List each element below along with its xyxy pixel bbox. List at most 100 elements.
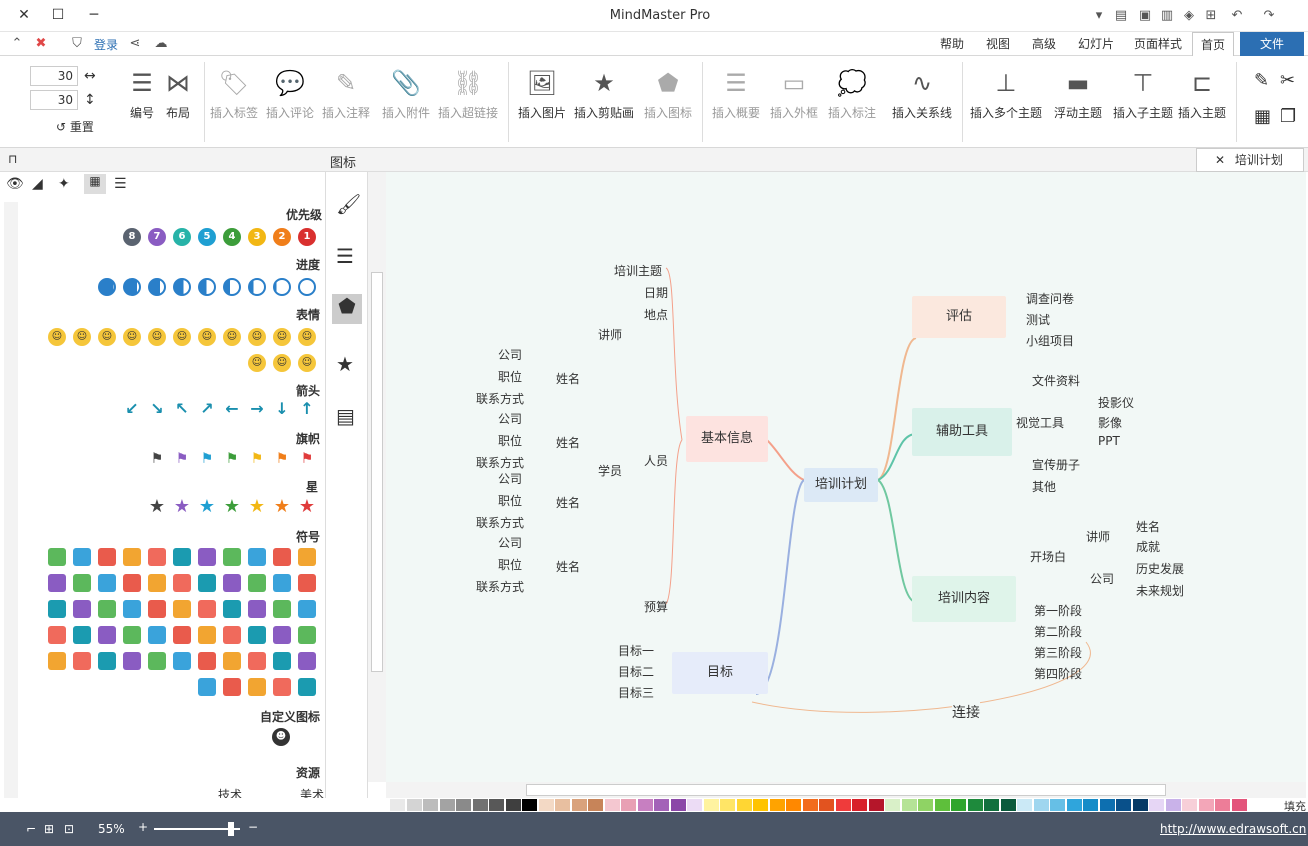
redo-icon[interactable]: ↷: [1260, 7, 1278, 25]
scroll-thumb[interactable]: [371, 272, 383, 672]
color-swatch[interactable]: [1165, 799, 1181, 811]
color-swatch[interactable]: [423, 799, 438, 811]
node-content-lecturer[interactable]: 讲师: [1086, 528, 1110, 545]
progress-icon[interactable]: [98, 278, 116, 296]
color-swatch[interactable]: [951, 799, 966, 811]
node-eval-2[interactable]: 测试: [1026, 311, 1050, 328]
symbol-icon[interactable]: [123, 574, 141, 592]
progress-icon[interactable]: [223, 278, 241, 296]
insert-boundary-button[interactable]: ▭ 插入外框: [764, 64, 824, 144]
symbol-icon[interactable]: [123, 652, 141, 670]
color-swatch[interactable]: [967, 799, 983, 811]
arrow-icon[interactable]: ↘: [148, 400, 166, 418]
node-video[interactable]: 影像: [1098, 414, 1122, 431]
node-company[interactable]: 公司: [498, 410, 522, 427]
symbol-icon[interactable]: [298, 626, 316, 644]
symbol-icon[interactable]: [123, 626, 141, 644]
insert-note-button[interactable]: ✎ 插入注释: [316, 64, 376, 144]
symbol-icon[interactable]: [148, 548, 166, 566]
zoom-handle[interactable]: [228, 822, 234, 836]
color-swatch[interactable]: [1099, 799, 1115, 811]
color-swatch[interactable]: [819, 799, 834, 811]
symbol-icon[interactable]: [248, 574, 266, 592]
minimize-button[interactable]: ─: [82, 4, 106, 26]
arrow-icon[interactable]: ↗: [198, 400, 216, 418]
node-visual-tools[interactable]: 视觉工具: [1016, 414, 1064, 431]
symbol-icon[interactable]: [148, 626, 166, 644]
topic-evaluation[interactable]: 评估: [912, 296, 1006, 338]
color-swatch[interactable]: [918, 799, 933, 811]
node-stage-2[interactable]: 第二阶段: [1034, 623, 1082, 640]
symbol-icon[interactable]: [198, 548, 216, 566]
node-content-name[interactable]: 姓名: [1136, 518, 1160, 535]
priority-7-icon[interactable]: 7: [148, 228, 166, 246]
color-swatch[interactable]: [406, 799, 422, 811]
symbol-icon[interactable]: [123, 600, 141, 618]
symbol-icon[interactable]: [48, 652, 66, 670]
symbol-icon[interactable]: [173, 548, 191, 566]
flag-icon[interactable]: ⚑: [273, 450, 291, 468]
dropdown-icon[interactable]: ▾: [1090, 7, 1108, 25]
symbol-icon[interactable]: [248, 626, 266, 644]
symbol-icon[interactable]: [73, 574, 91, 592]
emotion-icon[interactable]: ☺: [73, 328, 91, 346]
save-icon[interactable]: ▣: [1136, 7, 1154, 25]
emotion-icon[interactable]: ☺: [98, 328, 116, 346]
flag-icon[interactable]: ⚑: [148, 450, 166, 468]
color-swatch[interactable]: [621, 799, 636, 811]
symbol-icon[interactable]: [148, 652, 166, 670]
flag-icon[interactable]: ⚑: [248, 450, 266, 468]
insert-icon-button[interactable]: ⬟ 插入图标: [638, 64, 698, 144]
symbol-icon[interactable]: [273, 548, 291, 566]
calendar-icon[interactable]: ▤: [336, 404, 355, 428]
color-swatch[interactable]: [637, 799, 653, 811]
presentation-icon[interactable]: ⌐: [26, 822, 36, 836]
insert-summary-button[interactable]: ☰ 插入概要: [706, 64, 766, 144]
symbol-icon[interactable]: [48, 574, 66, 592]
symbol-icon[interactable]: [223, 548, 241, 566]
star-icon[interactable]: ★: [173, 498, 191, 516]
insert-callout-button[interactable]: 💭 插入标注: [822, 64, 882, 144]
color-swatch[interactable]: [604, 799, 620, 811]
insert-topic-button[interactable]: ⊏ 插入主题: [1172, 64, 1232, 144]
color-swatch[interactable]: [703, 799, 719, 811]
insert-clipart-button[interactable]: ★ 插入剪贴画: [574, 64, 634, 144]
star-icon[interactable]: ★: [298, 498, 316, 516]
cloud-icon[interactable]: ☁: [152, 35, 170, 53]
list-icon[interactable]: ☰: [114, 176, 127, 192]
node-content-company[interactable]: 公司: [1090, 570, 1114, 587]
progress-icon[interactable]: [273, 278, 291, 296]
flag-icon[interactable]: ⚑: [298, 450, 316, 468]
emotion-icon[interactable]: ☺: [173, 328, 191, 346]
icon-tab-icon[interactable]: ⬟: [332, 294, 362, 324]
clipart-tab-icon[interactable]: ★: [336, 352, 354, 376]
symbol-icon[interactable]: [73, 600, 91, 618]
color-swatch[interactable]: [505, 799, 521, 811]
node-position[interactable]: 职位: [498, 368, 522, 385]
symbol-icon[interactable]: [198, 574, 216, 592]
tab-file[interactable]: 文件: [1240, 32, 1304, 56]
symbol-icon[interactable]: [298, 574, 316, 592]
symbol-icon[interactable]: [98, 652, 116, 670]
insert-picture-button[interactable]: 🖼 插入图片: [512, 64, 572, 144]
node-position[interactable]: 职位: [498, 556, 522, 573]
website-link[interactable]: http://www.edrawsoft.cn: [1160, 822, 1306, 836]
export-icon[interactable]: ◈: [1180, 7, 1198, 25]
node-budget[interactable]: 预算: [644, 598, 668, 615]
undo-icon[interactable]: ↶: [1228, 7, 1246, 25]
flag-icon[interactable]: ⚑: [223, 450, 241, 468]
star-icon[interactable]: ★: [223, 498, 241, 516]
color-swatch[interactable]: [588, 799, 603, 811]
node-personnel[interactable]: 人员: [644, 452, 668, 469]
emotion-icon[interactable]: ☺: [273, 354, 291, 372]
node-person-name[interactable]: 姓名: [556, 434, 580, 451]
color-swatch[interactable]: [1149, 799, 1164, 811]
symbol-icon[interactable]: [198, 678, 216, 696]
node-contact[interactable]: 联系方式: [476, 514, 524, 531]
emotion-icon[interactable]: ☺: [248, 354, 266, 372]
priority-4-icon[interactable]: 4: [223, 228, 241, 246]
layout-button[interactable]: ⋈ 布局: [148, 64, 208, 144]
print-icon[interactable]: ▤: [1112, 7, 1130, 25]
symbol-icon[interactable]: [73, 548, 91, 566]
emotion-icon[interactable]: ☺: [223, 328, 241, 346]
